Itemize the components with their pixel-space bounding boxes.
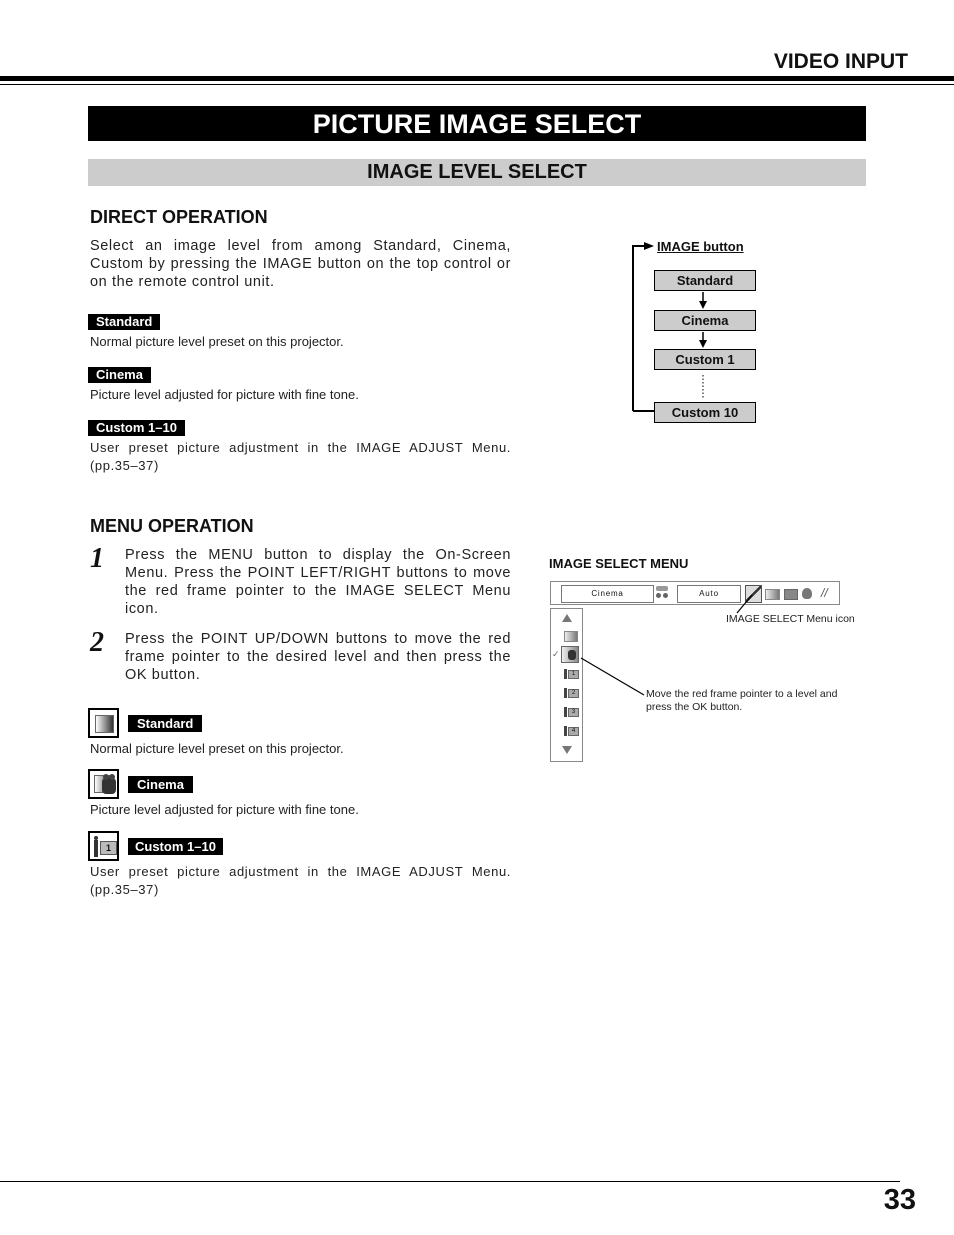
checkmark-icon: ✓ bbox=[552, 649, 560, 659]
section-header: VIDEO INPUT bbox=[773, 50, 908, 73]
flow-box-cinema: Cinema bbox=[654, 310, 756, 331]
loop-line bbox=[632, 245, 648, 411]
flow-box-standard: Standard bbox=[654, 270, 756, 291]
flow-box-custom10: Custom 10 bbox=[654, 402, 756, 423]
step-text: Press the POINT UP/DOWN buttons to move … bbox=[125, 631, 511, 683]
tag-standard-menu: Standard bbox=[128, 715, 203, 732]
callout-pointer-label: Move the red frame pointer to a level an… bbox=[646, 688, 838, 713]
image-adjust-icon[interactable] bbox=[765, 589, 780, 600]
desc-custom: User preset picture adjustment in the IM… bbox=[90, 440, 511, 473]
list-item-custom4[interactable]: 4 bbox=[564, 726, 579, 736]
scroll-down-icon[interactable] bbox=[562, 746, 572, 754]
info-icon[interactable]: // bbox=[821, 587, 833, 600]
header-rule-thick bbox=[0, 76, 954, 81]
tag-cinema-menu: Cinema bbox=[128, 776, 193, 793]
step-number: 2 bbox=[90, 627, 104, 658]
tag-standard: Standard bbox=[88, 314, 161, 330]
desc-cinema-menu: Picture level adjusted for picture with … bbox=[90, 802, 359, 817]
mode-icon[interactable] bbox=[655, 586, 669, 600]
direct-operation-heading: DIRECT OPERATION bbox=[90, 207, 268, 227]
desc-standard: Normal picture level preset on this proj… bbox=[90, 334, 344, 349]
arrow-down-icon bbox=[699, 301, 707, 309]
scroll-up-icon[interactable] bbox=[562, 614, 572, 622]
image-button-label: IMAGE button bbox=[657, 239, 744, 254]
arrow-down-icon bbox=[699, 340, 707, 348]
flow-box-custom1: Custom 1 bbox=[654, 349, 756, 370]
step-text: Press the MENU button to display the On-… bbox=[125, 547, 511, 617]
desc-standard-menu: Normal picture level preset on this proj… bbox=[90, 741, 344, 756]
loop-arrowhead bbox=[644, 242, 654, 250]
footer-rule bbox=[0, 1181, 900, 1182]
page-subtitle: IMAGE LEVEL SELECT bbox=[88, 159, 866, 186]
setting-icon[interactable] bbox=[802, 588, 812, 599]
callout-pointer-line-icon bbox=[580, 657, 645, 696]
tag-custom: Custom 1–10 bbox=[88, 420, 185, 436]
step-number: 1 bbox=[90, 543, 104, 574]
direct-operation-intro: Select an image level from among Standar… bbox=[90, 238, 511, 290]
page-number: 33 bbox=[883, 1184, 916, 1216]
list-item-custom2[interactable]: 2 bbox=[564, 688, 579, 698]
cinema-projector-icon bbox=[88, 769, 119, 799]
custom-person-icon: 1 bbox=[88, 831, 119, 861]
list-item-custom3[interactable]: 3 bbox=[564, 707, 579, 717]
menu-operation-heading: MENU OPERATION bbox=[90, 516, 254, 536]
callout-menu-icon-label: IMAGE SELECT Menu icon bbox=[726, 613, 855, 625]
list-item-standard[interactable] bbox=[564, 631, 578, 642]
page-title: PICTURE IMAGE SELECT bbox=[88, 106, 866, 141]
desc-custom-menu: User preset picture adjustment in the IM… bbox=[90, 864, 511, 897]
menu-figure-heading: IMAGE SELECT MENU bbox=[549, 556, 689, 571]
osd-toolbar: Cinema Auto // bbox=[550, 581, 840, 605]
list-item-custom1[interactable]: 1 bbox=[564, 669, 579, 679]
current-level-field[interactable]: Cinema bbox=[561, 585, 654, 603]
header-rule-thin bbox=[0, 84, 954, 85]
tag-cinema: Cinema bbox=[88, 367, 151, 383]
desc-cinema: Picture level adjusted for picture with … bbox=[90, 387, 359, 402]
standard-gradient-icon bbox=[88, 708, 119, 738]
list-item-cinema-selected[interactable] bbox=[561, 646, 579, 663]
screen-icon[interactable] bbox=[784, 589, 798, 600]
tag-custom-menu: Custom 1–10 bbox=[128, 838, 223, 855]
